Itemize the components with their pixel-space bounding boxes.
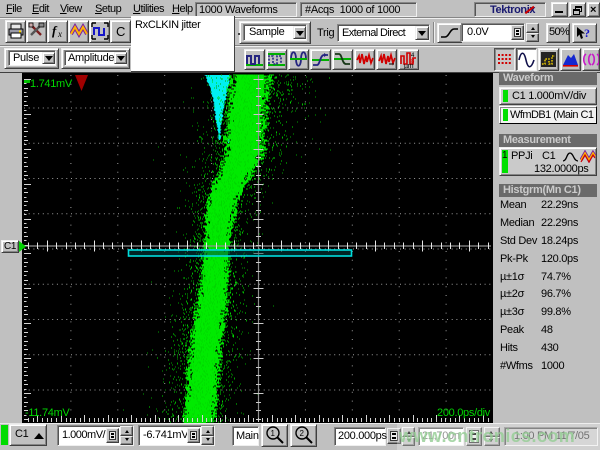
svg-text:µm: µm bbox=[404, 63, 414, 69]
svg-text:200.0ps/div: 200.0ps/div bbox=[437, 407, 491, 419]
svg-text:2: 2 bbox=[300, 429, 305, 438]
svg-text:-11.74mV: -11.74mV bbox=[25, 407, 70, 419]
svg-text:C: C bbox=[116, 24, 125, 39]
svg-text:1.741mV: 1.741mV bbox=[30, 78, 73, 90]
svg-text:1: 1 bbox=[271, 429, 276, 438]
svg-text:x: x bbox=[57, 29, 62, 39]
svg-text:?: ? bbox=[584, 26, 590, 40]
